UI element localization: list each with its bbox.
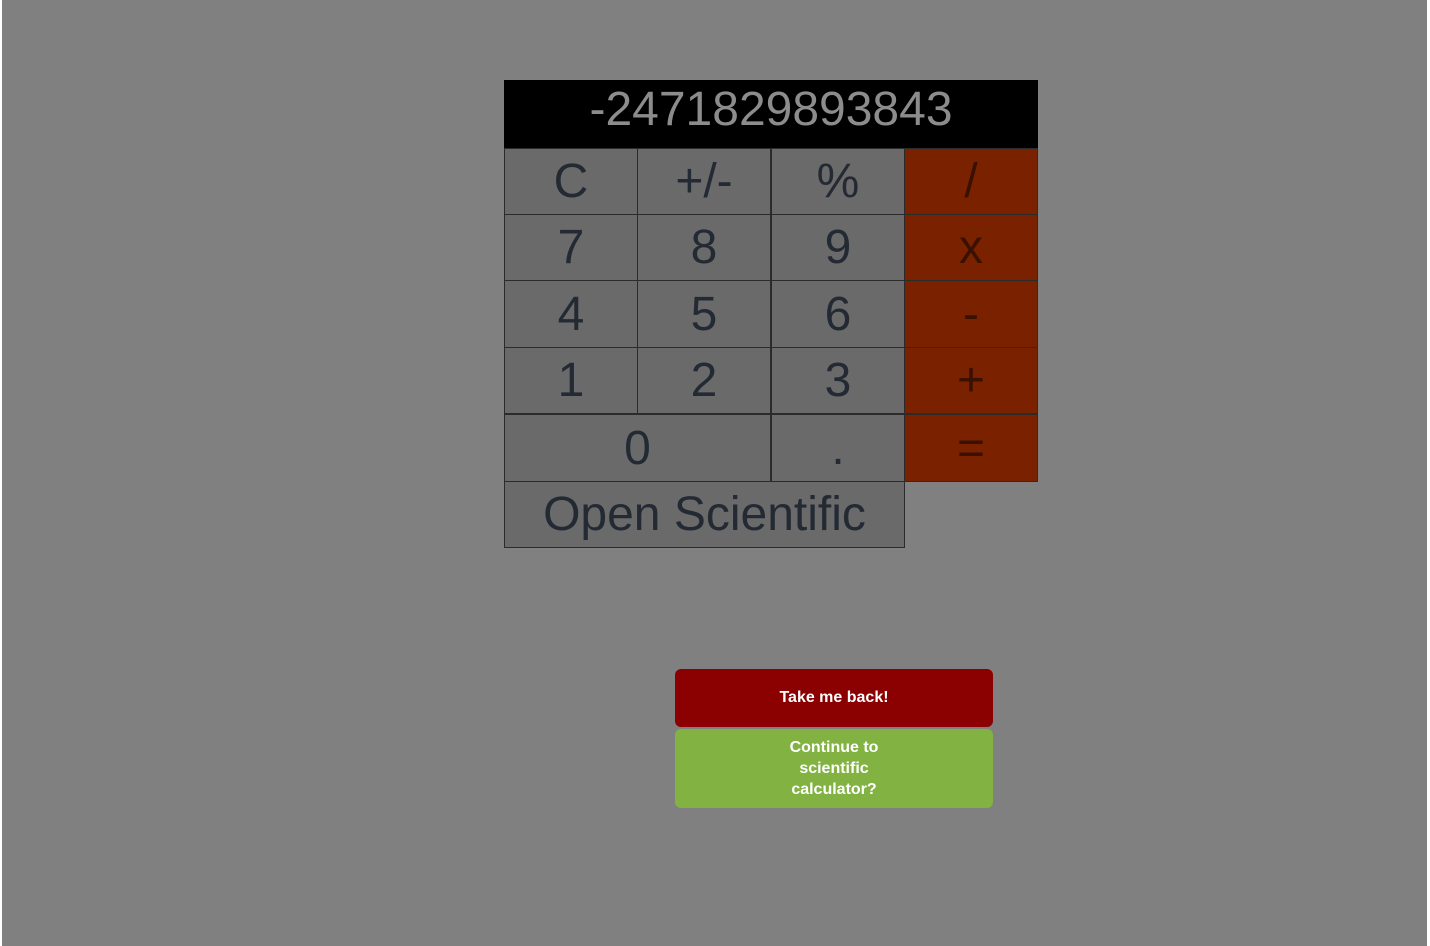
digit-6-button[interactable]: 6: [771, 280, 905, 348]
digit-1-button[interactable]: 1: [504, 347, 638, 414]
digit-3-button[interactable]: 3: [771, 347, 905, 414]
calculator-display: -2471829893843: [504, 80, 1038, 148]
clear-button[interactable]: C: [504, 148, 638, 215]
continue-scientific-button[interactable]: Continue to scientific calculator?: [675, 729, 993, 808]
digit-8-button[interactable]: 8: [637, 214, 771, 281]
digit-9-button[interactable]: 9: [771, 214, 905, 281]
divide-button[interactable]: /: [904, 148, 1038, 215]
digit-4-button[interactable]: 4: [504, 280, 638, 348]
sign-toggle-button[interactable]: +/-: [637, 148, 771, 215]
digit-2-button[interactable]: 2: [637, 347, 771, 414]
subtract-button[interactable]: -: [904, 280, 1038, 348]
decimal-button[interactable]: .: [771, 414, 905, 482]
multiply-button[interactable]: x: [904, 214, 1038, 281]
digit-0-button[interactable]: 0: [504, 414, 771, 482]
percent-button[interactable]: %: [771, 148, 905, 215]
digit-7-button[interactable]: 7: [504, 214, 638, 281]
digit-5-button[interactable]: 5: [637, 280, 771, 348]
take-me-back-button[interactable]: Take me back!: [675, 669, 993, 727]
add-button[interactable]: +: [904, 347, 1038, 414]
equals-button[interactable]: =: [904, 414, 1038, 482]
open-scientific-button[interactable]: Open Scientific: [504, 481, 905, 548]
